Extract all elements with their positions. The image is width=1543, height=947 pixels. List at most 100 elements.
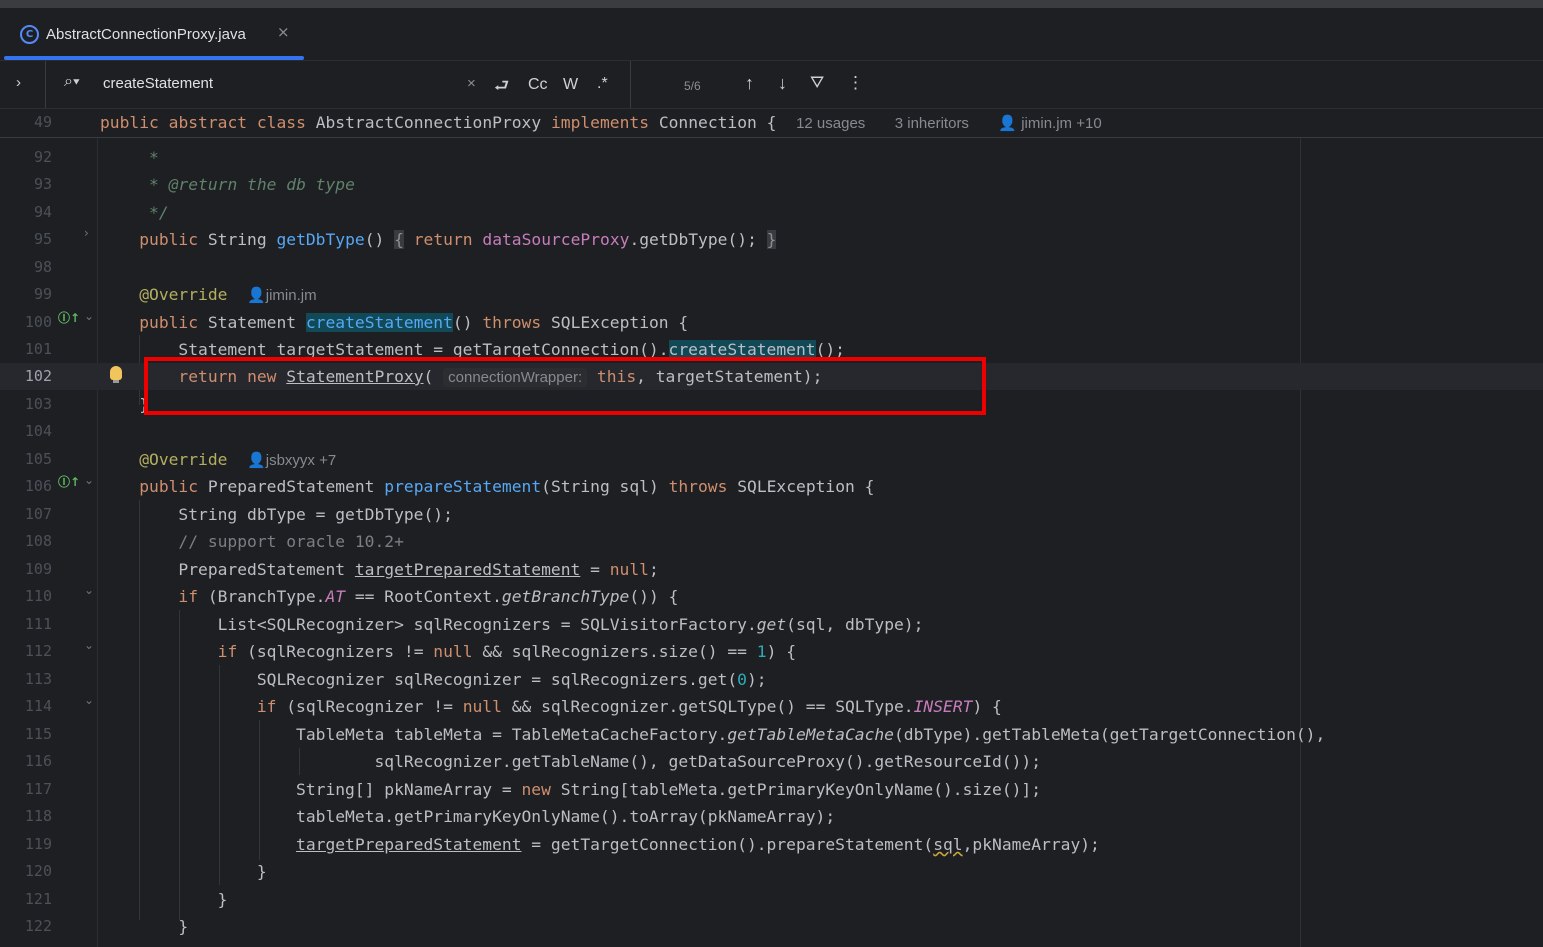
divider <box>45 61 46 108</box>
line-number: 98 <box>33 258 52 276</box>
whole-words-toggle[interactable]: W <box>563 76 578 94</box>
implements-method-icon[interactable]: Ⓘ↑ <box>58 309 80 326</box>
code-line[interactable]: 118 tableMeta.getPrimaryKeyOnlyName().to… <box>0 803 1543 830</box>
code-text: @Override 👤jimin.jm <box>139 285 317 304</box>
code-line[interactable]: 116 sqlRecognizer.getTableName(), getDat… <box>0 748 1543 775</box>
code-text: List<SQLRecognizer> sqlRecognizers = SQL… <box>100 615 924 634</box>
search-history-icon[interactable]: ⌕▾ <box>64 73 80 91</box>
close-tab-icon[interactable]: × <box>277 23 290 41</box>
active-tab-underline <box>4 56 304 60</box>
java-class-icon: C <box>20 25 39 44</box>
line-number: 114 <box>24 697 52 715</box>
collapse-fold-icon[interactable]: ⌄ <box>84 583 94 597</box>
line-number: 120 <box>24 862 52 880</box>
line-number: 121 <box>24 890 52 908</box>
editor-tab-bar: C AbstractConnectionProxy.java × <box>0 8 1543 61</box>
line-number: 104 <box>24 422 52 440</box>
line-number: 112 <box>24 642 52 660</box>
expand-replace-icon[interactable]: › <box>16 74 21 91</box>
code-line[interactable]: 120 } <box>0 858 1543 885</box>
line-number: 102 <box>24 367 52 385</box>
red-highlight-box <box>144 357 986 415</box>
code-line[interactable]: 100 Ⓘ↑ ⌄ public Statement createStatemen… <box>0 309 1543 336</box>
code-text: } <box>100 917 189 936</box>
collapse-fold-icon[interactable]: ⌄ <box>84 693 94 707</box>
collapse-fold-icon[interactable]: ⌄ <box>84 638 94 652</box>
code-line[interactable]: 106 Ⓘ↑ ⌄ public PreparedStatement prepar… <box>0 473 1543 500</box>
line-number: 106 <box>24 477 52 495</box>
code-line[interactable]: 114 ⌄ if (sqlRecognizer != null && sqlRe… <box>0 693 1543 720</box>
code-line[interactable]: 92 * <box>0 144 1543 171</box>
code-line[interactable]: 109 PreparedStatement targetPreparedStat… <box>0 556 1543 583</box>
code-line[interactable]: 107 String dbType = getDbType(); <box>0 501 1543 528</box>
code-text: PreparedStatement targetPreparedStatemen… <box>100 560 659 579</box>
line-number: 100 <box>24 313 52 331</box>
code-line[interactable]: 112 ⌄ if (sqlRecognizers != null && sqlR… <box>0 638 1543 665</box>
code-text: public String getDbType() { return dataS… <box>139 230 777 249</box>
previous-occurrence-icon[interactable]: ↑ <box>745 73 754 94</box>
line-number: 111 <box>24 615 52 633</box>
match-case-toggle[interactable]: Cc <box>528 76 548 94</box>
implements-method-icon[interactable]: Ⓘ↑ <box>58 473 80 490</box>
next-occurrence-icon[interactable]: ↓ <box>778 73 787 94</box>
line-number: 95 <box>33 230 52 248</box>
tab-abstract-connection-proxy[interactable]: C AbstractConnectionProxy.java × <box>8 20 304 60</box>
regex-toggle[interactable]: .* <box>597 75 608 93</box>
line-number: 49 <box>33 113 52 131</box>
code-line[interactable]: 121 } <box>0 886 1543 913</box>
code-line[interactable]: 110 ⌄ if (BranchType.AT == RootContext.g… <box>0 583 1543 610</box>
inheritors-hint[interactable]: 3 inheritors <box>895 115 969 132</box>
code-text: SQLRecognizer sqlRecognizer = sqlRecogni… <box>100 670 767 689</box>
author-hint[interactable]: 👤 jimin.jm +10 <box>998 115 1101 132</box>
collapse-fold-icon[interactable]: ⌄ <box>84 473 94 487</box>
collapse-fold-icon[interactable]: ⌄ <box>84 309 94 323</box>
clear-search-icon[interactable]: × <box>467 75 476 92</box>
code-line[interactable]: 94 */ <box>0 199 1543 226</box>
line-number: 118 <box>24 807 52 825</box>
line-number: 122 <box>24 917 52 935</box>
code-text: * @return the db type <box>100 175 355 194</box>
code-text: String dbType = getDbType(); <box>100 505 453 524</box>
code-line[interactable]: 105 @Override 👤jsbxyyx +7 <box>0 446 1543 473</box>
code-text: TableMeta tableMeta = TableMetaCacheFact… <box>100 725 1326 744</box>
match-count: 5/6 <box>684 79 701 93</box>
code-text: String[] pkNameArray = new String[tableM… <box>100 780 1042 799</box>
filter-icon[interactable]: ⛛ <box>810 73 824 93</box>
line-number: 113 <box>24 670 52 688</box>
code-line[interactable]: 113 SQLRecognizer sqlRecognizer = sqlRec… <box>0 666 1543 693</box>
search-input[interactable]: createStatement <box>103 75 213 92</box>
line-number: 103 <box>24 395 52 413</box>
code-line[interactable]: 99 @Override 👤jimin.jm <box>0 281 1543 308</box>
code-text: targetPreparedStatement = getTargetConne… <box>296 835 1100 854</box>
code-line[interactable]: 98 <box>0 254 1543 281</box>
line-number: 101 <box>24 340 52 358</box>
usages-hint[interactable]: 12 usages <box>796 115 865 132</box>
line-number: 108 <box>24 532 52 550</box>
line-number: 119 <box>24 835 52 853</box>
code-line[interactable]: 93 * @return the db type <box>0 171 1543 198</box>
code-line[interactable]: 117 String[] pkNameArray = new String[ta… <box>0 776 1543 803</box>
code-line[interactable]: 104 <box>0 418 1543 445</box>
line-number: 110 <box>24 587 52 605</box>
code-line[interactable]: 119 targetPreparedStatement = getTargetC… <box>0 831 1543 858</box>
code-line[interactable]: 115 TableMeta tableMeta = TableMetaCache… <box>0 721 1543 748</box>
code-text: if (BranchType.AT == RootContext.getBran… <box>178 587 679 606</box>
line-number: 109 <box>24 560 52 578</box>
author-hint[interactable]: 👤jimin.jm <box>247 287 317 304</box>
find-bar: › ⌕▾ createStatement × ⮐ Cc W .* 5/6 ↑ ↓… <box>0 61 1543 109</box>
code-text: * <box>100 148 159 167</box>
code-line[interactable]: 111 List<SQLRecognizer> sqlRecognizers =… <box>0 611 1543 638</box>
more-options-icon[interactable]: ⋮ <box>847 73 864 93</box>
code-line[interactable]: 122 } <box>0 913 1543 940</box>
sticky-class-header[interactable]: 49 public abstract class AbstractConnect… <box>0 109 1543 138</box>
code-line[interactable]: 108 // support oracle 10.2+ <box>0 528 1543 555</box>
author-hint[interactable]: 👤jsbxyyx +7 <box>247 452 336 469</box>
code-line[interactable]: 95 › public String getDbType() { return … <box>0 226 1543 253</box>
code-text: @Override 👤jsbxyyx +7 <box>139 450 337 469</box>
code-text: public Statement createStatement() throw… <box>139 313 689 332</box>
line-number: 115 <box>24 725 52 743</box>
new-line-icon[interactable]: ⮐ <box>494 73 509 102</box>
tab-title: AbstractConnectionProxy.java <box>46 26 246 43</box>
line-number: 117 <box>24 780 52 798</box>
expand-fold-icon[interactable]: › <box>84 226 89 240</box>
